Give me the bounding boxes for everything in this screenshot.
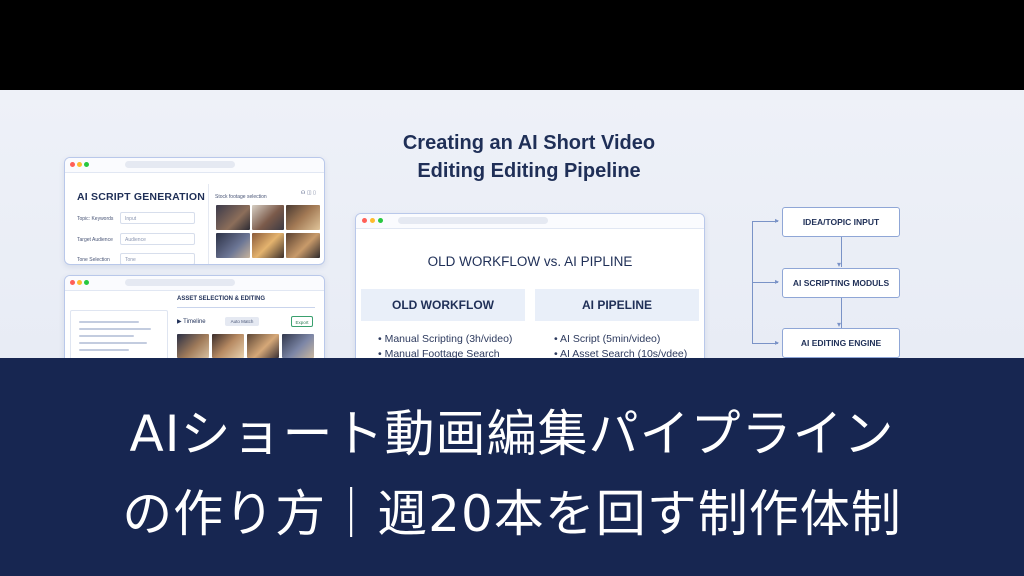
clip-thumbnail[interactable] — [282, 334, 314, 358]
timeline-play-button[interactable]: ▶ Timeline — [177, 318, 206, 325]
video-thumbnail[interactable] — [286, 205, 320, 230]
asset-editing-heading: ASSET SELECTION & EDITING — [177, 296, 266, 302]
stock-footage-label: Stock footage selection — [215, 194, 267, 200]
outline-line — [79, 342, 147, 344]
panel-divider — [208, 184, 209, 264]
illustration-title-line1: Creating an AI Short Video — [402, 132, 656, 154]
flow-step-idea-input: IDEA/TOPIC INPUT — [782, 207, 900, 237]
audience-input[interactable]: Audience — [120, 233, 195, 245]
script-generation-window: AI SCRIPT GENERATION Topic: Keywords Inp… — [64, 157, 325, 265]
clip-thumbnail[interactable] — [177, 334, 209, 358]
caption-line1: AIショート動画編集パイプライン — [129, 405, 895, 463]
heading-underline — [177, 307, 315, 308]
close-dot-icon — [70, 162, 75, 167]
caption-line2: の作り方｜週20本を回す制作体制 — [122, 485, 902, 543]
old-workflow-item: • Manual Foottage Search — [378, 348, 500, 358]
top-letterbox — [0, 0, 1024, 90]
tone-label: Tone Selection — [77, 257, 110, 263]
tone-input[interactable]: Tone — [120, 253, 195, 264]
video-thumbnail[interactable] — [216, 233, 250, 258]
clip-thumbnail[interactable] — [212, 334, 244, 358]
flow-step-ai-scripting: AI SCRIPTING MODULS — [782, 268, 900, 298]
flow-step-ai-editing: AI EDITING ENGINE — [782, 328, 900, 358]
close-dot-icon — [70, 280, 75, 285]
maximize-dot-icon — [84, 280, 89, 285]
address-bar — [125, 161, 235, 168]
maximize-dot-icon — [378, 218, 383, 223]
topic-input[interactable]: Input — [120, 212, 195, 224]
old-workflow-item: • Manual Scripting (3h/video) — [378, 333, 513, 345]
close-dot-icon — [362, 218, 367, 223]
minimize-dot-icon — [77, 162, 82, 167]
address-bar — [125, 279, 235, 286]
address-bar — [398, 217, 548, 224]
arrow-right-icon: ▸ — [775, 277, 780, 286]
outline-line — [79, 349, 129, 351]
flow-connector-line — [841, 237, 842, 267]
illustration-panel: Creating an AI Short Video Editing Editi… — [0, 90, 1024, 358]
auto-match-button[interactable]: Auto Match — [225, 317, 259, 326]
workflow-comparison-window: OLD WORKFLOW vs. AI PIPLINE OLD WORKFLOW… — [355, 213, 705, 358]
topic-label: Topic: Keywords — [77, 216, 114, 222]
asset-editing-window: ASSET SELECTION & EDITING ▶ Timeline Aut… — [64, 275, 325, 358]
clip-thumbnail[interactable] — [247, 334, 279, 358]
flow-connector-line — [841, 298, 842, 328]
audience-label: Target Audience — [77, 237, 113, 243]
comparison-title: OLD WORKFLOW vs. AI PIPLINE — [427, 254, 633, 269]
window-titlebar — [65, 158, 324, 173]
caption-banner: AIショート動画編集パイプライン の作り方｜週20本を回す制作体制 — [0, 358, 1024, 576]
illustration-title-line2: Editing Editing Pipeline — [417, 160, 641, 182]
arrow-right-icon: ▸ — [775, 338, 780, 347]
script-generation-title: AI SCRIPT GENERATION — [77, 191, 206, 203]
export-button[interactable]: Export — [291, 316, 313, 327]
maximize-dot-icon — [84, 162, 89, 167]
minimize-dot-icon — [77, 280, 82, 285]
outline-line — [79, 321, 139, 323]
video-thumbnail[interactable] — [286, 233, 320, 258]
window-titlebar — [65, 276, 324, 291]
view-controls-icon[interactable]: ☊ ◫ ▯ — [301, 190, 316, 196]
script-outline-panel — [70, 310, 168, 358]
slide: Creating an AI Short Video Editing Editi… — [0, 0, 1024, 576]
video-thumbnail[interactable] — [216, 205, 250, 230]
ai-pipeline-item: • AI Script (5min/video) — [554, 333, 661, 345]
old-workflow-header: OLD WORKFLOW — [361, 289, 525, 321]
arrow-right-icon: ▸ — [775, 216, 780, 225]
ai-pipeline-header: AI PIPELINE — [535, 289, 699, 321]
video-thumbnail[interactable] — [252, 233, 284, 258]
outline-line — [79, 328, 151, 330]
outline-line — [79, 335, 134, 337]
minimize-dot-icon — [370, 218, 375, 223]
ai-pipeline-item: • AI Asset Search (10s/vdee) — [554, 348, 688, 358]
window-titlebar — [356, 214, 704, 229]
video-thumbnail[interactable] — [252, 205, 284, 230]
